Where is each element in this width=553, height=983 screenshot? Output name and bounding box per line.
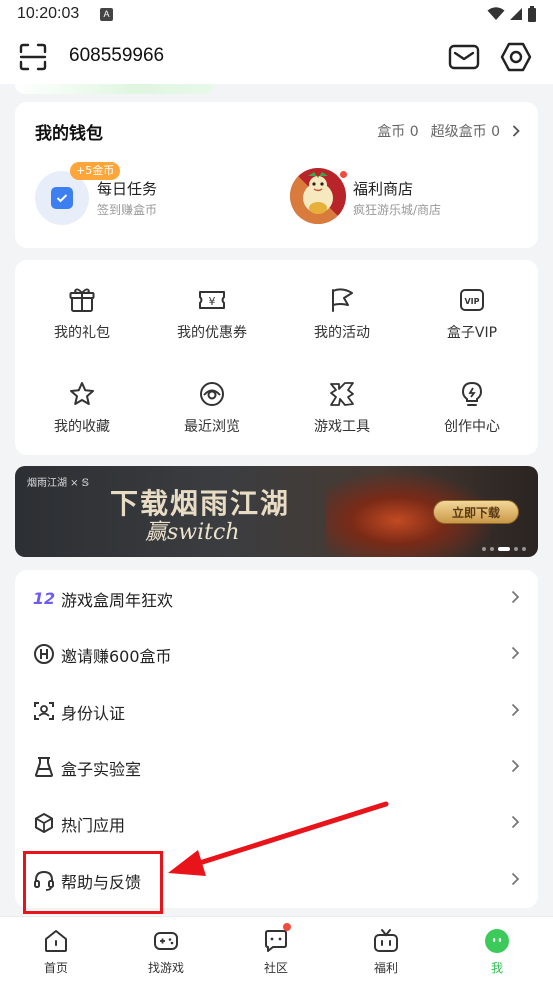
chevron-right-icon (511, 590, 520, 604)
banner-dot (522, 547, 526, 551)
chevron-right-icon (511, 872, 520, 886)
banner-dot (490, 547, 494, 551)
gamepad-icon (154, 932, 178, 950)
tab-find-games[interactable]: 找游戏 (126, 927, 206, 977)
notification-dot (340, 171, 347, 178)
bottom-tab-bar: 首页 找游戏 社区 福利 我 (0, 916, 553, 983)
banner-edge (15, 84, 215, 94)
wallet-title: 我的钱包 (35, 124, 103, 144)
feature-activities[interactable]: 我的活动 (277, 286, 407, 366)
status-time: 10:20:03 (17, 5, 80, 22)
home-icon (45, 930, 67, 952)
svg-text:¥: ¥ (209, 295, 216, 308)
feature-creator[interactable]: 创作中心 (407, 380, 537, 460)
menu-item-identity[interactable]: 身份认证 (15, 683, 538, 739)
coins-balance: 盒币 0 (377, 124, 419, 140)
chevron-right-icon (511, 703, 520, 717)
feature-coupons[interactable]: ¥ 我的优惠券 (147, 286, 277, 366)
eye-icon (200, 382, 224, 406)
banner-pagination (482, 547, 526, 551)
chat-icon (265, 930, 287, 952)
feature-vip[interactable]: VIP 盒子VIP (407, 286, 537, 366)
gift-icon (69, 288, 95, 312)
tab-me[interactable]: 我 (457, 927, 537, 977)
gift-tv-icon (374, 929, 398, 952)
daily-task-name: 每日任务 (97, 180, 158, 198)
annotation-arrow (168, 801, 389, 876)
feature-gifts[interactable]: 我的礼包 (17, 286, 147, 366)
vip-icon: VIP (460, 289, 484, 311)
lab-flask-icon (35, 757, 53, 777)
coupon-icon: ¥ (199, 291, 225, 309)
store-subtitle: 疯狂游乐城/商店 (353, 203, 442, 217)
banner-logo: 烟雨江湖 × 𝕊 (27, 478, 89, 489)
promo-banner[interactable]: 烟雨江湖 × 𝕊 下载烟雨江湖 赢switch 立即下载 (15, 466, 538, 557)
banner-dot (514, 547, 518, 551)
id-verify-icon (34, 702, 54, 720)
chevron-right-icon (511, 646, 520, 660)
banner-download-button[interactable]: 立即下载 (433, 500, 519, 524)
chevron-right-icon (511, 815, 520, 829)
annotation-highlight-box (23, 851, 163, 914)
wifi-icon (487, 7, 505, 20)
cube-icon (35, 813, 53, 833)
status-bar: 10:20:03 A (0, 0, 553, 30)
lightbulb-icon (461, 381, 483, 406)
user-id[interactable]: 608559966 (69, 45, 164, 67)
chevron-right-icon (511, 759, 520, 773)
store-name: 福利商店 (353, 180, 414, 198)
feature-favorites[interactable]: 我的收藏 (17, 380, 147, 460)
tab-home[interactable]: 首页 (16, 927, 96, 977)
banner-subline: 赢switch (145, 520, 240, 545)
banner-dot-active (498, 547, 510, 551)
feature-recent[interactable]: 最近浏览 (147, 380, 277, 460)
settings-icon[interactable] (499, 40, 533, 74)
welfare-store[interactable]: 福利商店 疯狂游乐城/商店 (290, 168, 520, 228)
profile-face-icon (485, 929, 509, 953)
chevron-right-icon (512, 125, 520, 137)
svg-text:12: 12 (33, 589, 55, 608)
star-icon (70, 382, 94, 405)
tab-welfare[interactable]: 福利 (346, 927, 426, 977)
anniversary-icon: 12 (33, 589, 55, 608)
tools-icon (330, 382, 354, 406)
menu-item-invite[interactable]: 邀请赚600盒币 (15, 626, 538, 682)
invite-coin-icon (34, 644, 54, 664)
feature-tools[interactable]: 游戏工具 (277, 380, 407, 460)
feature-grid: 我的礼包 ¥ 我的优惠券 我的活动 VIP 盒子VIP 我的收藏 最近浏览 游戏… (15, 260, 538, 455)
wallet-card: 我的钱包 盒币 0 超级盒币 0 +5金币 每日任务 签到赚盒币 福利商店 疯狂… (15, 102, 538, 248)
notification-dot (283, 923, 291, 931)
scan-icon[interactable] (18, 42, 48, 72)
store-mascot-icon (290, 168, 346, 224)
banner-dot (482, 547, 486, 551)
menu-item-anniversary[interactable]: 12 游戏盒周年狂欢 (15, 570, 538, 626)
svg-text:VIP: VIP (464, 297, 479, 306)
daily-task[interactable]: +5金币 每日任务 签到赚盒币 (35, 162, 255, 228)
mail-icon[interactable] (448, 42, 480, 72)
battery-icon (528, 6, 536, 22)
menu-item-lab[interactable]: 盒子实验室 (15, 739, 538, 795)
signal-icon (510, 8, 522, 20)
tab-community[interactable]: 社区 (236, 923, 316, 977)
flag-icon (332, 288, 353, 312)
wallet-balance[interactable]: 盒币 0 超级盒币 0 (377, 121, 520, 141)
status-indicator: A (100, 8, 113, 21)
super-coins-balance: 超级盒币 0 (430, 124, 500, 140)
daily-task-subtitle: 签到赚盒币 (97, 203, 158, 217)
profile-header: 608559966 (0, 30, 553, 84)
